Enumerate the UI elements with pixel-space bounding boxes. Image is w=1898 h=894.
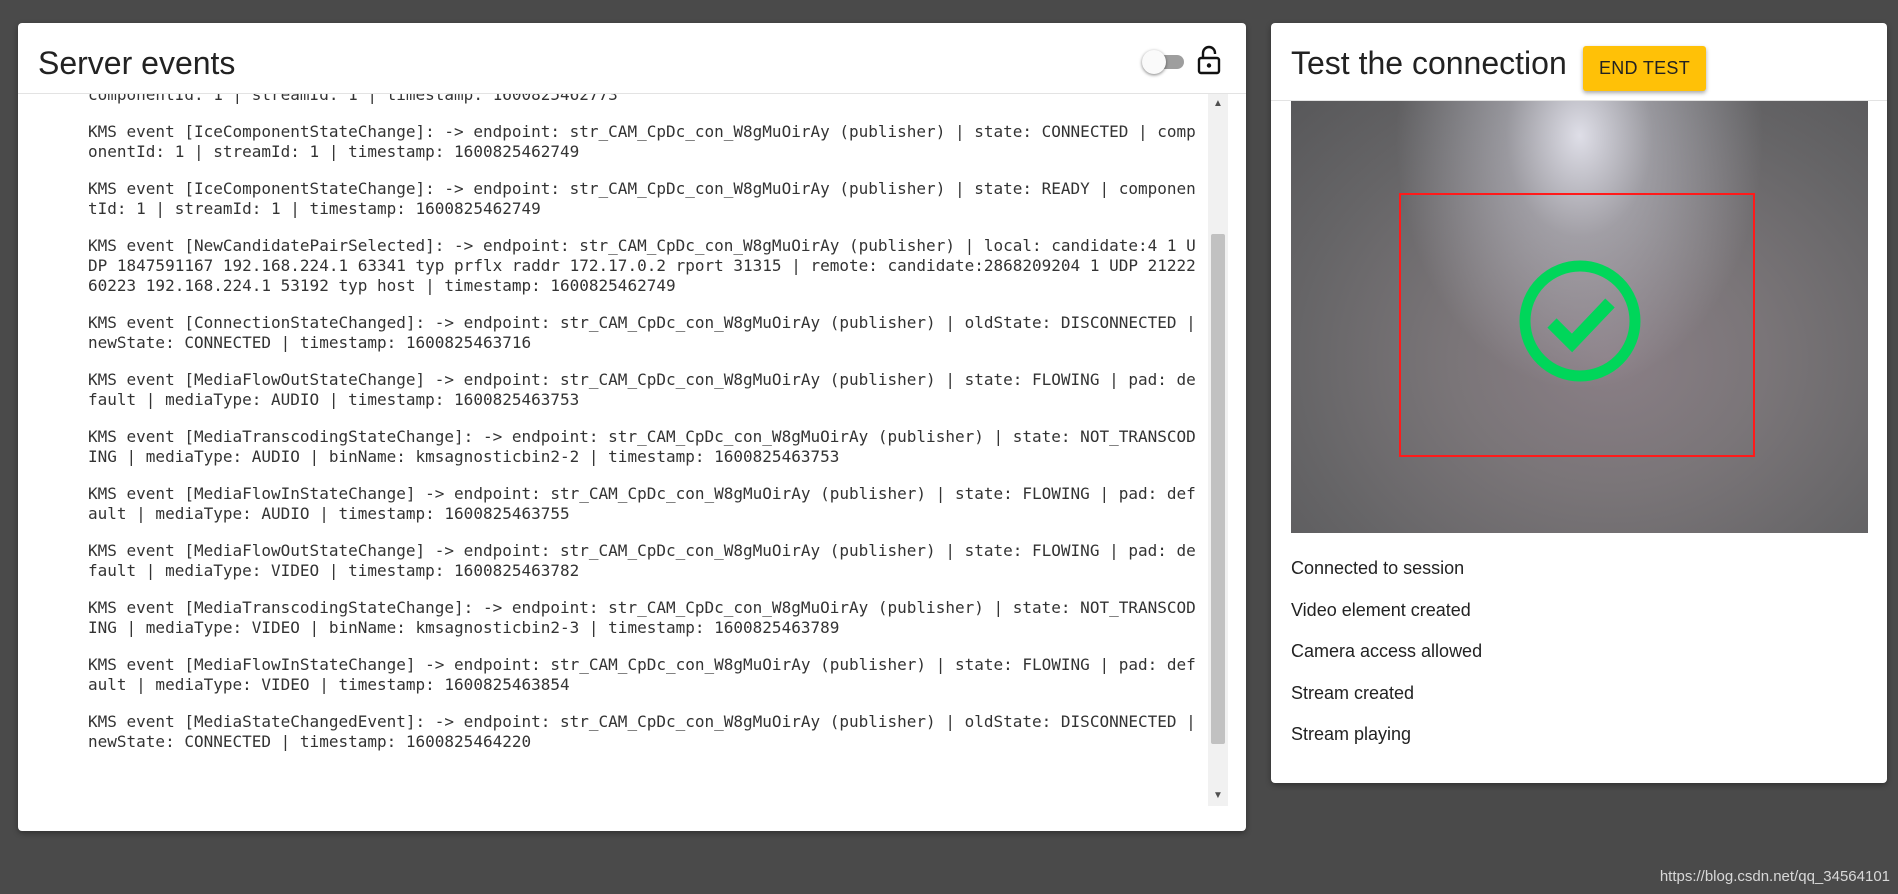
connection-status-list: Connected to session Video element create… <box>1291 557 1482 765</box>
status-item: Video element created <box>1291 599 1471 620</box>
server-events-log[interactable]: componentId: 1 | streamId: 1 | timestamp… <box>18 94 1208 806</box>
end-test-button[interactable]: END TEST <box>1583 46 1706 91</box>
log-entry: KMS event [MediaTranscodingStateChange]:… <box>88 598 1196 637</box>
log-list: componentId: 1 | streamId: 1 | timestamp… <box>88 94 1198 769</box>
log-entry: KMS event [MediaTranscodingStateChange]:… <box>88 427 1196 466</box>
server-events-title: Server events <box>38 45 236 81</box>
status-item: Connected to session <box>1291 558 1465 578</box>
events-toggle-switch[interactable] <box>1142 50 1186 74</box>
toggle-thumb <box>1142 50 1166 74</box>
scroll-thumb[interactable] <box>1211 234 1225 744</box>
log-entry: KMS event [ConnectionStateChanged]: -> e… <box>88 313 1206 352</box>
log-entry: KMS event [NewCandidatePairSelected]: ->… <box>88 236 1196 295</box>
scroll-down-icon[interactable]: ▼ <box>1208 786 1228 806</box>
log-entry: KMS event [MediaFlowInStateChange] -> en… <box>88 484 1196 523</box>
status-item: Stream playing <box>1291 724 1412 744</box>
log-entry: KMS event [IceComponentStateChange]: -> … <box>88 122 1196 161</box>
lock-open-icon[interactable] <box>1196 45 1222 75</box>
server-events-header: Server events <box>18 23 1246 94</box>
log-entry: KMS event [MediaStateChangedEvent]: -> e… <box>88 712 1206 751</box>
log-entry: KMS event [MediaFlowOutStateChange] -> e… <box>88 541 1196 580</box>
log-scrollbar[interactable]: ▲ ▼ <box>1208 94 1228 806</box>
test-connection-header: Test the connection END TEST <box>1271 23 1887 101</box>
log-entry: KMS event [MediaFlowInStateChange] -> en… <box>88 655 1196 694</box>
server-events-panel: Server events componentId: 1 | streamId:… <box>18 23 1246 831</box>
test-connection-panel: Test the connection END TEST Connected t… <box>1271 23 1887 783</box>
watermark-text: https://blog.csdn.net/qq_34564101 <box>1659 868 1890 885</box>
scroll-up-icon[interactable]: ▲ <box>1208 94 1228 114</box>
test-connection-title: Test the connection <box>1291 45 1567 81</box>
status-item: Stream created <box>1291 682 1415 703</box>
log-entry: KMS event [IceComponentStateChange]: -> … <box>88 179 1196 218</box>
check-circle-icon <box>1519 260 1641 382</box>
camera-video-preview <box>1291 101 1868 533</box>
log-entry: KMS event [MediaFlowOutStateChange] -> e… <box>88 370 1196 409</box>
status-item: Camera access allowed <box>1291 641 1483 661</box>
log-entry: componentId: 1 | streamId: 1 | timestamp… <box>88 94 618 104</box>
